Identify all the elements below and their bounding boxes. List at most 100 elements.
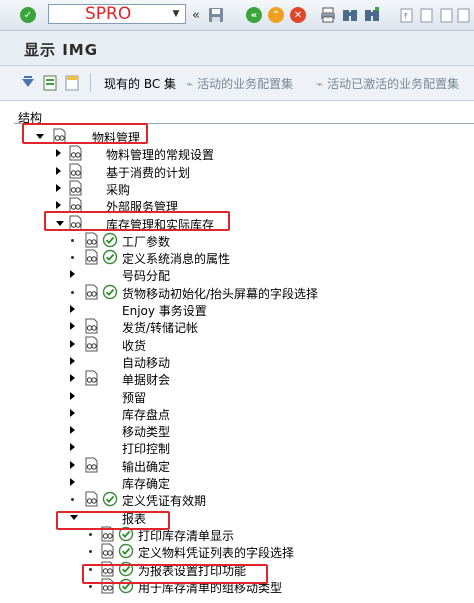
documentation-glasses-icon[interactable] [84,249,99,265]
tree-node[interactable]: 输出确定 [0,457,474,474]
expand-arrow-icon[interactable] [70,356,75,365]
tree-node[interactable]: 库存盘点 [0,405,474,422]
release-notes-icon[interactable] [64,75,80,91]
dropdown-icon[interactable]: ▼ [169,7,183,21]
documentation-glasses-icon[interactable] [100,543,115,559]
tree-node[interactable]: 定义凭证有效期 [0,491,474,508]
execute-activity-icon[interactable] [102,284,118,300]
tree-node[interactable]: 单据财会 [0,370,474,387]
activated-bc-sets-button[interactable]: ⌁ 活动已激活的业务配置集 [316,75,459,92]
tree-node[interactable]: 收货 [0,336,474,353]
documentation-glasses-icon[interactable] [84,336,99,352]
last-page-icon[interactable] [456,5,472,25]
back-icon[interactable]: « [246,5,262,25]
expand-arrow-icon[interactable] [70,270,75,279]
expand-arrow-icon[interactable] [56,183,61,192]
tree-node-label[interactable]: 物料管理的常规设置 [106,146,214,163]
expand-arrow-icon[interactable] [56,149,61,158]
documentation-icon[interactable] [42,75,58,91]
activated-bc-sets-label: 活动已激活的业务配置集 [327,77,460,91]
tree-node-label[interactable]: Enjoy 事务设置 [122,302,207,319]
active-bc-sets-button[interactable]: ⌁ 活动的业务配置集 [186,75,293,92]
tree-node-label[interactable]: 预留 [122,389,146,406]
enter-icon[interactable]: ✓ [20,5,36,25]
tree-node[interactable]: 定义系统消息的属性 [0,249,474,266]
tree-node-label[interactable]: 货物移动初始化/抬头屏幕的字段选择 [122,285,318,302]
tree-node-label[interactable]: 定义凭证有效期 [122,492,206,509]
existing-bc-sets-button[interactable]: 现有的 BC 集 [104,75,176,92]
tree-node[interactable]: 移动类型 [0,422,474,439]
expand-arrow-icon[interactable] [70,339,75,348]
tree-node-label[interactable]: 基于消费的计划 [106,164,190,181]
expand-arrow-icon[interactable] [70,408,75,417]
first-page-icon[interactable]: ⤒ [398,5,414,25]
tree-node-label[interactable]: 单据财会 [122,371,170,388]
documentation-glasses-icon[interactable] [84,318,99,334]
tree-node-label[interactable]: 号码分配 [122,267,170,284]
tree-node[interactable]: 发货/转储记帐 [0,318,474,335]
expand-arrow-icon[interactable] [70,426,75,435]
svg-text:⤒: ⤒ [404,12,408,21]
expand-arrow-icon[interactable] [70,478,75,486]
documentation-glasses-icon[interactable] [84,491,99,507]
expand-arrow-icon[interactable] [70,322,75,331]
tree-node-label[interactable]: 工厂参数 [122,233,170,250]
tree-node-label[interactable]: 收货 [122,337,146,354]
save-icon[interactable] [208,5,224,25]
expand-arrow-icon[interactable] [56,201,61,210]
execute-activity-icon[interactable] [102,249,118,265]
command-field-value: SPRO [85,4,132,24]
find-next-icon[interactable] [364,5,380,25]
documentation-glasses-icon[interactable] [68,145,83,161]
back-arrows-icon[interactable]: « [192,5,200,25]
find-icon[interactable] [342,5,358,25]
expand-arrow-icon[interactable] [70,391,75,400]
tree-node-label[interactable]: 定义物料凭证列表的字段选择 [138,544,294,561]
tree-node-label[interactable]: 输出确定 [122,458,170,475]
tree-node[interactable]: 采购 [0,180,474,197]
tree-node-label[interactable]: 库存盘点 [122,406,170,423]
expand-arrow-icon[interactable] [70,460,75,469]
tree-node[interactable]: 预留 [0,388,474,405]
expand-subtree-icon[interactable] [20,75,36,91]
leaf-bullet-icon [71,290,74,294]
tree-node[interactable]: 自动移动 [0,353,474,370]
tree-node[interactable]: 货物移动初始化/抬头屏幕的字段选择 [0,284,474,301]
documentation-glasses-icon[interactable] [84,284,99,300]
command-field[interactable]: SPRO ▼ [48,4,186,24]
tree-node-label[interactable]: 自动移动 [122,354,170,371]
tree-node[interactable]: 定义物料凭证列表的字段选择 [0,543,474,560]
tree-node[interactable]: 打印控制 [0,439,474,456]
cancel-icon[interactable]: ✕ [290,5,306,25]
tree-node[interactable]: 库存确定 [0,474,474,491]
tree-node[interactable]: 物料管理的常规设置 [0,145,474,162]
expand-arrow-icon[interactable] [70,305,75,313]
execute-activity-icon[interactable] [118,543,134,559]
documentation-glasses-icon[interactable] [68,180,83,196]
documentation-glasses-icon[interactable] [84,457,99,473]
tree-node-label[interactable]: 打印控制 [122,440,170,457]
execute-activity-icon[interactable] [102,491,118,507]
tree-node-label[interactable]: 发货/转储记帐 [122,319,198,336]
documentation-glasses-icon[interactable] [84,370,99,386]
tree-node[interactable]: Enjoy 事务设置 [0,301,474,318]
expand-arrow-icon[interactable] [56,166,61,175]
tree-node-label[interactable]: 库存确定 [122,475,170,492]
tree-node[interactable]: 号码分配 [0,266,474,283]
next-page-icon[interactable] [438,5,454,25]
print-icon[interactable] [320,5,336,25]
tree-node[interactable]: 基于消费的计划 [0,163,474,180]
previous-page-icon[interactable] [418,5,434,25]
leaf-bullet-icon [71,238,74,242]
tree-node-label[interactable]: 移动类型 [122,423,170,440]
tree-node-label[interactable]: 采购 [106,181,130,198]
tree-node[interactable]: 工厂参数 [0,232,474,249]
documentation-glasses-icon[interactable] [84,232,99,248]
expand-arrow-icon[interactable] [70,374,75,383]
documentation-glasses-icon[interactable] [68,163,83,179]
exit-icon[interactable]: ⌃ [268,5,284,25]
tree-node-label[interactable]: 定义系统消息的属性 [122,250,230,267]
leaf-bullet-icon [71,498,74,502]
expand-arrow-icon[interactable] [70,443,75,452]
execute-activity-icon[interactable] [102,232,118,248]
